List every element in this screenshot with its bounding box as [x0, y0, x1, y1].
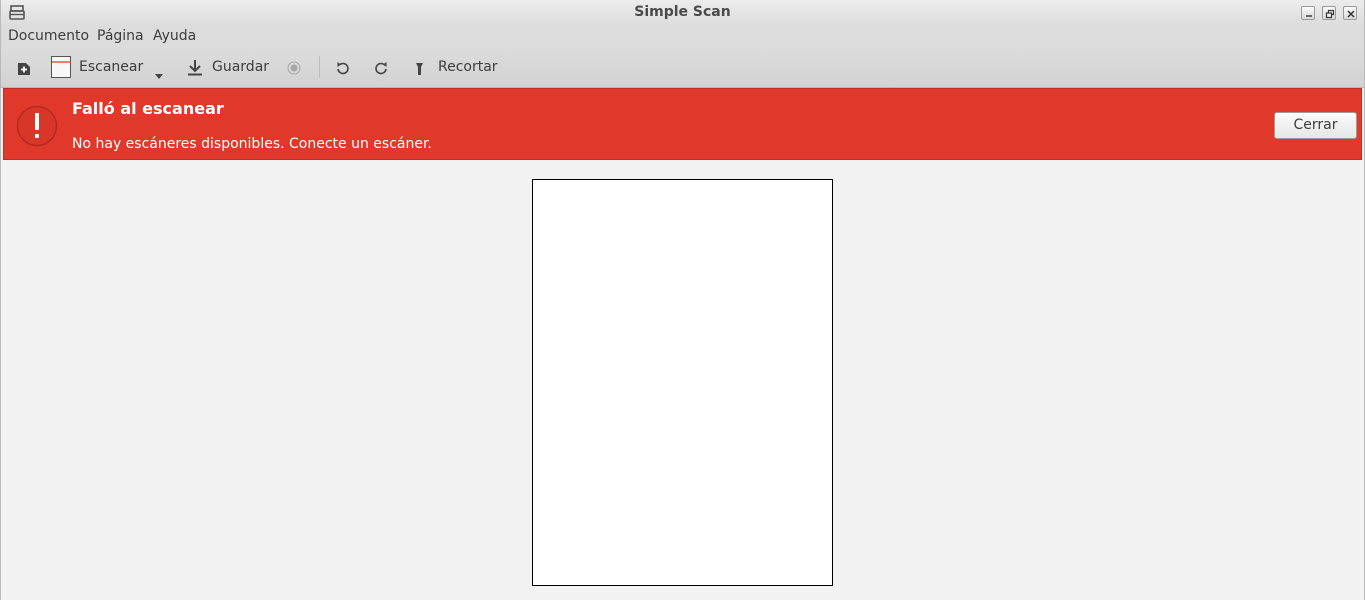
menu-documento[interactable]: Documento: [8, 28, 89, 44]
toolbar: Escanear Guardar Recortar: [1, 48, 1364, 88]
scan-options-dropdown[interactable]: [147, 48, 171, 87]
scan-button[interactable]: Escanear: [45, 48, 145, 87]
crop-icon: [415, 61, 425, 80]
simple-scan-window: Simple Scan Documento Página Ayuda Escan…: [0, 0, 1365, 600]
rotate-left-icon: [336, 60, 350, 79]
save-button[interactable]: Guardar: [181, 48, 277, 87]
scan-label: Escanear: [79, 59, 144, 75]
error-icon: [16, 105, 58, 147]
title-bar[interactable]: Simple Scan: [1, 0, 1364, 26]
close-icon[interactable]: [1343, 6, 1357, 20]
save-label: Guardar: [212, 59, 270, 75]
toolbar-separator: [319, 56, 320, 78]
close-infobar-button[interactable]: Cerrar: [1274, 112, 1357, 139]
error-message: No hay escáneres disponibles. Conecte un…: [72, 136, 432, 152]
page-view[interactable]: [1, 160, 1364, 600]
crop-label: Recortar: [438, 59, 498, 75]
minimize-icon[interactable]: [1301, 6, 1315, 20]
new-document-icon: [17, 61, 31, 80]
menu-ayuda[interactable]: Ayuda: [153, 28, 196, 44]
blank-page[interactable]: [532, 179, 833, 586]
new-document-button[interactable]: [9, 48, 39, 87]
menu-pagina[interactable]: Página: [97, 28, 144, 44]
download-icon: [187, 59, 203, 80]
rotate-left-button[interactable]: [329, 48, 357, 87]
window-title: Simple Scan: [634, 4, 731, 20]
scan-page-icon: [51, 56, 71, 82]
error-title: Falló al escanear: [72, 99, 224, 118]
crop-button[interactable]: Recortar: [407, 48, 503, 87]
maximize-icon[interactable]: [1322, 6, 1336, 20]
dropdown-arrow-icon: [155, 65, 163, 84]
stop-button[interactable]: [281, 48, 307, 87]
stop-icon: [287, 60, 301, 79]
scan-error-infobar: Falló al escanear No hay escáneres dispo…: [3, 88, 1362, 160]
menu-bar: Documento Página Ayuda: [1, 26, 1364, 48]
rotate-right-icon: [374, 60, 388, 79]
rotate-right-button[interactable]: [367, 48, 395, 87]
